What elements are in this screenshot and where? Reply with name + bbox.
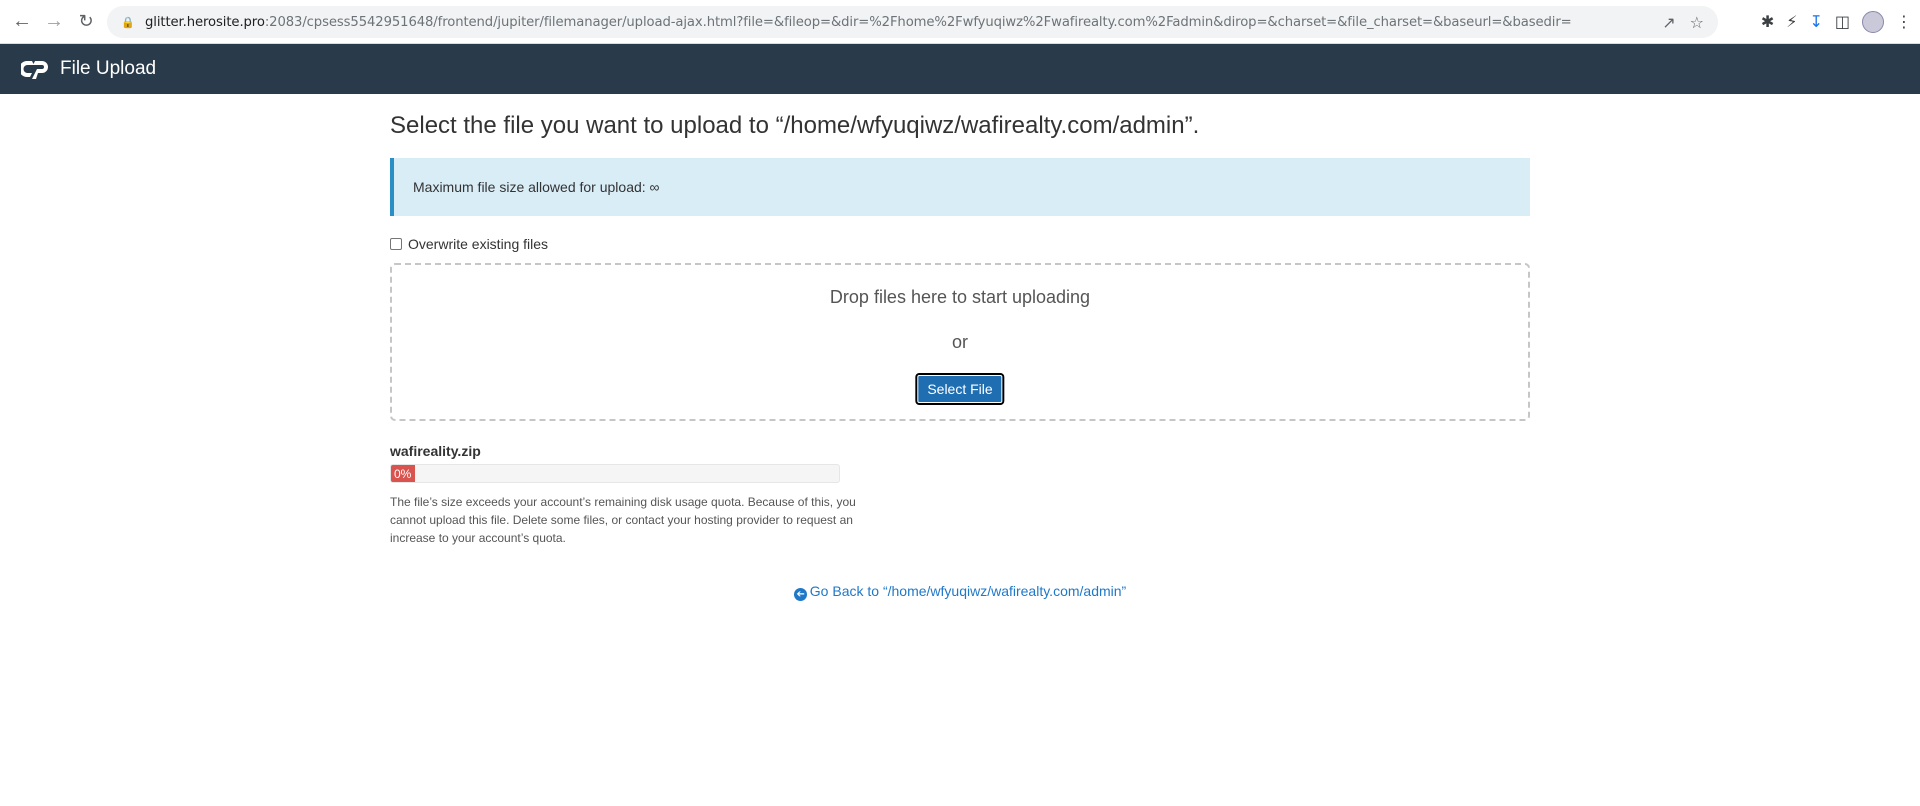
page-title: Select the file you want to upload to “/…	[390, 112, 1200, 139]
bookmark-star-icon[interactable]: ☆	[1690, 13, 1704, 32]
app-header: File Upload	[0, 44, 1920, 94]
extensions-icon[interactable]: ✱	[1761, 12, 1774, 32]
lock-icon: 🔒	[121, 15, 135, 29]
cpanel-logo-icon[interactable]	[21, 58, 51, 80]
upload-progress-bar: 0%	[390, 464, 840, 483]
max-size-text: Maximum file size allowed for upload: ∞	[413, 179, 660, 195]
share-icon[interactable]: ↗	[1662, 13, 1675, 32]
address-bar[interactable]: 🔒 glitter.herosite.pro:2083/cpsess554295…	[107, 6, 1718, 38]
sync-icon[interactable]: ⚡	[1786, 12, 1797, 32]
upload-page: Select the file you want to upload to “/…	[390, 94, 1530, 547]
side-panel-icon[interactable]: ◫	[1835, 12, 1850, 32]
overwrite-label[interactable]: Overwrite existing files	[408, 236, 548, 252]
upload-item: wafireality.zip 0% The file’s size excee…	[390, 443, 890, 547]
arrow-circle-left-icon: ➔	[793, 588, 807, 601]
profile-avatar[interactable]	[1862, 11, 1884, 33]
app-title: File Upload	[60, 58, 157, 79]
file-dropzone[interactable]: Drop files here to start uploading or Se…	[390, 263, 1530, 421]
overwrite-checkbox[interactable]	[390, 238, 402, 250]
dropzone-text: Drop files here to start uploading	[829, 287, 1091, 307]
go-back-text[interactable]: Go Back to “/home/wfyuqiwz/wafirealty.co…	[810, 583, 1126, 599]
progress-label: 0%	[394, 467, 412, 481]
reload-icon[interactable]: ↻	[70, 6, 102, 38]
forward-icon[interactable]: →	[38, 6, 70, 38]
back-icon[interactable]: ←	[6, 6, 38, 38]
download-icon[interactable]: ↧	[1809, 12, 1822, 32]
dropzone-or: or	[951, 332, 968, 352]
overwrite-option: Overwrite existing files	[390, 236, 1530, 252]
menu-kebab-icon[interactable]: ⋮	[1896, 12, 1912, 32]
go-back-link[interactable]: ➔ Go Back to “/home/wfyuqiwz/wafirealty.c…	[390, 583, 1530, 601]
upload-file-name: wafireality.zip	[390, 443, 481, 459]
upload-error-message: The file’s size exceeds your account’s r…	[390, 495, 856, 545]
max-size-alert: Maximum file size allowed for upload: ∞	[390, 158, 1530, 216]
browser-toolbar: ← → ↻ 🔒 glitter.herosite.pro:2083/cpsess…	[0, 0, 1920, 44]
select-file-button[interactable]: Select File	[915, 373, 1005, 405]
url-text[interactable]: glitter.herosite.pro:2083/cpsess55429516…	[145, 15, 1572, 30]
